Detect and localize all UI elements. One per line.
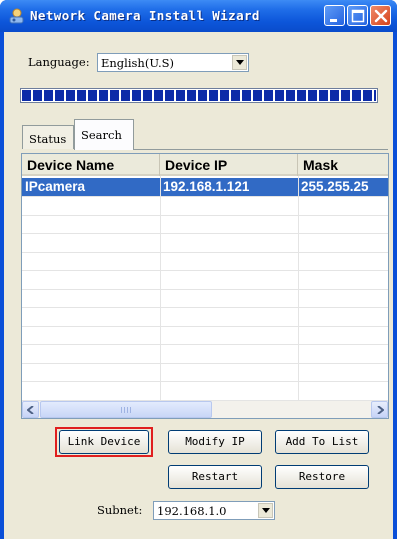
maximize-button[interactable]: [347, 5, 368, 26]
grid-line: [22, 270, 388, 271]
restart-button[interactable]: Restart: [168, 465, 262, 489]
language-label: Language:: [28, 55, 90, 69]
grid-line: [22, 344, 388, 345]
restore-button[interactable]: Restore: [275, 465, 369, 489]
language-select[interactable]: English(U.S): [97, 53, 249, 72]
column-header-device-ip[interactable]: Device IP: [160, 154, 298, 176]
grid-line: [22, 214, 388, 216]
device-list[interactable]: Device Name Device IP Mask IPcamera 192.…: [21, 153, 389, 419]
dropdown-arrow-icon[interactable]: [232, 55, 247, 70]
title-bar[interactable]: Network Camera Install Wizard: [0, 0, 397, 32]
cell-mask: 255.255.25: [301, 179, 369, 194]
progress-fill: [22, 90, 376, 101]
grid-line: [22, 362, 388, 364]
arrow-right-icon: [377, 406, 384, 414]
grid-line: [22, 288, 388, 290]
scroll-right-button[interactable]: [371, 401, 388, 418]
tab-strip-border: [134, 149, 388, 150]
cell-device-ip: 192.168.1.121: [163, 179, 250, 194]
column-header-mask[interactable]: Mask: [298, 154, 388, 176]
camera-app-icon: [8, 8, 25, 25]
list-header: Device Name Device IP Mask: [22, 154, 388, 176]
grid-column-line: [298, 176, 299, 400]
modify-ip-button[interactable]: Modify IP: [168, 430, 262, 454]
grid-line: [22, 381, 388, 382]
tab-search[interactable]: Search: [74, 119, 134, 150]
tab-status[interactable]: Status: [22, 125, 74, 149]
minimize-button[interactable]: [324, 5, 345, 26]
grid-line: [22, 251, 388, 253]
link-device-button[interactable]: Link Device: [59, 430, 149, 454]
minimize-icon: [330, 19, 337, 22]
grid-line: [22, 307, 388, 308]
window-title: Network Camera Install Wizard: [30, 8, 260, 23]
scroll-thumb[interactable]: [40, 401, 212, 418]
language-value: English(U.S): [101, 56, 174, 70]
grid-line: [22, 196, 388, 197]
cell-device-name: IPcamera: [25, 179, 86, 194]
grid-line: [22, 325, 388, 327]
dropdown-arrow-icon[interactable]: [258, 503, 273, 518]
close-icon: [374, 9, 388, 23]
tab-status-label: Status: [29, 132, 67, 146]
close-button[interactable]: [370, 5, 391, 26]
scroll-left-button[interactable]: [22, 401, 39, 418]
subnet-value: 192.168.1.0: [157, 504, 227, 518]
grid-column-line: [160, 176, 161, 400]
arrow-left-icon: [27, 406, 34, 414]
search-progress-bar: [20, 88, 378, 103]
grid-line: [22, 233, 388, 234]
subnet-select[interactable]: 192.168.1.0: [153, 501, 275, 520]
install-wizard-window: Network Camera Install Wizard Language: …: [0, 0, 397, 539]
tab-search-label: Search: [81, 128, 122, 142]
subnet-label: Subnet:: [97, 503, 143, 517]
add-to-list-button[interactable]: Add To List: [275, 430, 369, 454]
column-header-device-name[interactable]: Device Name: [22, 154, 160, 176]
table-row[interactable]: IPcamera 192.168.1.121 255.255.25: [22, 178, 388, 196]
horizontal-scrollbar[interactable]: [22, 401, 388, 418]
maximize-icon: [351, 9, 365, 23]
